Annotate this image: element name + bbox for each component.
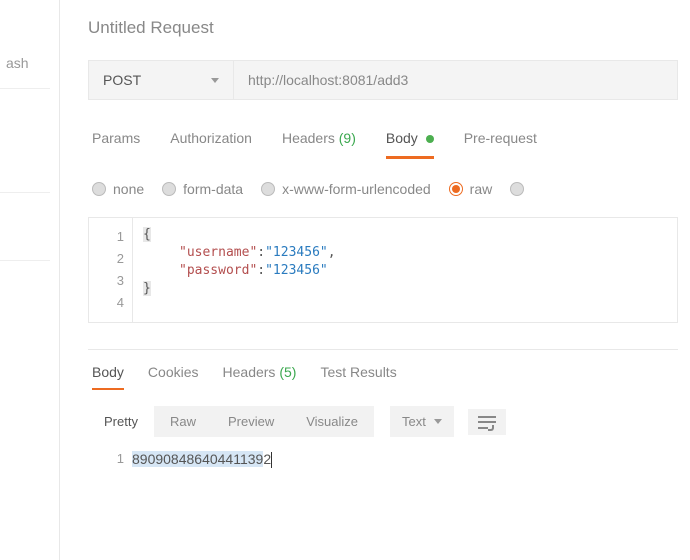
line-number: 1 (89, 226, 132, 248)
tab-body-label: Body (386, 130, 418, 146)
response-tabs: Body Cookies Headers (5) Test Results (88, 364, 690, 390)
radio-extra[interactable] (510, 182, 524, 196)
response-divider (88, 349, 678, 350)
tab-body[interactable]: Body (386, 130, 434, 159)
format-dropdown[interactable]: Text (390, 406, 454, 437)
view-raw-button[interactable]: Raw (154, 406, 212, 437)
response-value-tail: 2 (263, 451, 271, 467)
radio-icon (92, 182, 106, 196)
sidebar-fragment-label: ash (6, 55, 29, 71)
resp-headers-count: (5) (279, 364, 296, 380)
method-label: POST (103, 72, 211, 88)
main-panel: Untitled Request POST http://localhost:8… (60, 0, 690, 560)
method-dropdown[interactable]: POST (89, 61, 234, 99)
line-number: 2 (89, 248, 132, 270)
editor-gutter: 1 2 3 4 (89, 218, 133, 322)
resp-tab-headers-label: Headers (223, 364, 276, 380)
chevron-down-icon (434, 419, 442, 424)
left-sidebar: ash (0, 0, 60, 560)
wrap-icon (478, 415, 496, 429)
radio-icon (261, 182, 275, 196)
sidebar-divider (0, 260, 50, 261)
radio-form-data-label: form-data (183, 181, 243, 197)
radio-icon (449, 182, 463, 196)
code-key: "password" (179, 263, 257, 278)
response-toolbar: Pretty Raw Preview Visualize Text (88, 406, 690, 437)
response-line-number: 1 (88, 451, 132, 468)
response-value: 89090848640441139 (132, 451, 263, 467)
radio-raw[interactable]: raw (449, 181, 493, 197)
request-row: POST http://localhost:8081/add3 (88, 60, 678, 100)
line-number: 3 (89, 270, 132, 292)
radio-raw-label: raw (470, 181, 493, 197)
modified-dot-icon (426, 135, 434, 143)
request-body-editor[interactable]: 1 2 3 4 { "username":"123456", "password… (88, 217, 678, 323)
sidebar-divider (0, 88, 50, 89)
chevron-down-icon (211, 78, 219, 83)
radio-icon (162, 182, 176, 196)
code-brace: } (143, 281, 151, 296)
radio-form-data[interactable]: form-data (162, 181, 243, 197)
resp-tab-cookies[interactable]: Cookies (148, 364, 199, 390)
tab-headers-label: Headers (282, 130, 335, 146)
tab-authorization[interactable]: Authorization (170, 130, 252, 159)
radio-urlencoded[interactable]: x-www-form-urlencoded (261, 181, 431, 197)
body-type-radios: none form-data x-www-form-urlencoded raw (88, 181, 690, 197)
view-pretty-button[interactable]: Pretty (88, 406, 154, 437)
code-string: "123456" (265, 263, 328, 278)
request-tabs: Params Authorization Headers (9) Body Pr… (88, 130, 690, 159)
format-label: Text (402, 414, 426, 429)
sidebar-divider (0, 192, 50, 193)
radio-urlencoded-label: x-www-form-urlencoded (282, 181, 431, 197)
radio-none[interactable]: none (92, 181, 144, 197)
line-number: 4 (89, 292, 132, 314)
view-mode-group: Pretty Raw Preview Visualize (88, 406, 374, 437)
tab-params[interactable]: Params (92, 130, 140, 159)
code-key: "username" (179, 245, 257, 260)
radio-icon (510, 182, 524, 196)
code-brace: { (143, 227, 151, 242)
radio-none-label: none (113, 181, 144, 197)
resp-tab-headers[interactable]: Headers (5) (223, 364, 297, 390)
tab-prerequest[interactable]: Pre-request (464, 130, 537, 159)
resp-tab-body[interactable]: Body (92, 364, 124, 390)
editor-code[interactable]: { "username":"123456", "password":"12345… (133, 218, 346, 322)
response-text[interactable]: 890908486404411392 (132, 451, 272, 468)
view-preview-button[interactable]: Preview (212, 406, 290, 437)
response-body: 1 890908486404411392 (88, 451, 678, 468)
view-visualize-button[interactable]: Visualize (290, 406, 374, 437)
wrap-lines-button[interactable] (468, 409, 506, 435)
text-cursor-icon (271, 452, 272, 468)
resp-tab-test-results[interactable]: Test Results (320, 364, 396, 390)
code-string: "123456" (265, 245, 328, 260)
url-input[interactable]: http://localhost:8081/add3 (234, 61, 677, 99)
headers-count: (9) (339, 130, 356, 146)
request-title: Untitled Request (88, 18, 690, 38)
tab-headers[interactable]: Headers (9) (282, 130, 356, 159)
